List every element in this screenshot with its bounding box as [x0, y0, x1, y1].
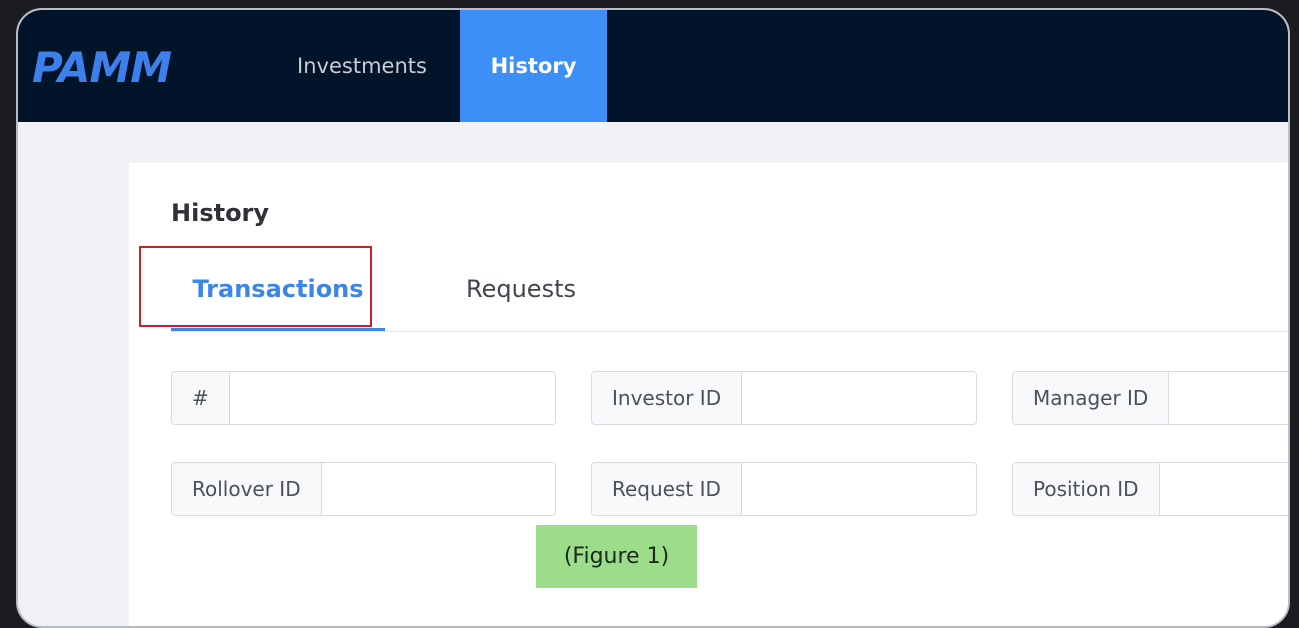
tab-requests[interactable]: Requests — [441, 249, 601, 329]
nav-tab-history[interactable]: History — [460, 10, 607, 122]
panel-title: History — [171, 199, 270, 227]
history-panel: History Transactions Requests # Investor… — [129, 163, 1288, 626]
filter-position-id-input[interactable] — [1159, 463, 1288, 515]
top-nav-bar: PAMM Investments History — [18, 10, 1288, 122]
filter-investor-id-input[interactable] — [742, 372, 976, 424]
filter-rollover-id: Rollover ID — [171, 462, 556, 516]
filter-hash-input[interactable] — [229, 372, 555, 424]
filter-rollover-id-input[interactable] — [321, 463, 555, 515]
figure-caption: (Figure 1) — [536, 525, 697, 588]
filter-request-id-label: Request ID — [592, 463, 742, 515]
filter-manager-id-input[interactable] — [1169, 372, 1288, 424]
filter-manager-id: Manager ID — [1012, 371, 1288, 425]
filter-request-id-input[interactable] — [741, 463, 976, 515]
filter-position-id: Position ID — [1012, 462, 1288, 516]
nav-tab-investments[interactable]: Investments — [280, 10, 444, 122]
filter-investor-id: Investor ID — [591, 371, 977, 425]
filter-rollover-id-label: Rollover ID — [172, 463, 322, 515]
filter-hash: # — [171, 371, 556, 425]
filter-request-id: Request ID — [591, 462, 977, 516]
filter-manager-id-label: Manager ID — [1013, 372, 1170, 424]
history-sub-tabs: Transactions Requests — [171, 249, 1288, 332]
filter-position-id-label: Position ID — [1013, 463, 1160, 515]
filter-hash-label: # — [172, 372, 230, 424]
app-window: PAMM Investments History History Transac… — [16, 8, 1290, 628]
app-logo[interactable]: PAMM — [32, 40, 172, 96]
tab-transactions[interactable]: Transactions — [171, 249, 385, 331]
filter-investor-id-label: Investor ID — [592, 372, 743, 424]
